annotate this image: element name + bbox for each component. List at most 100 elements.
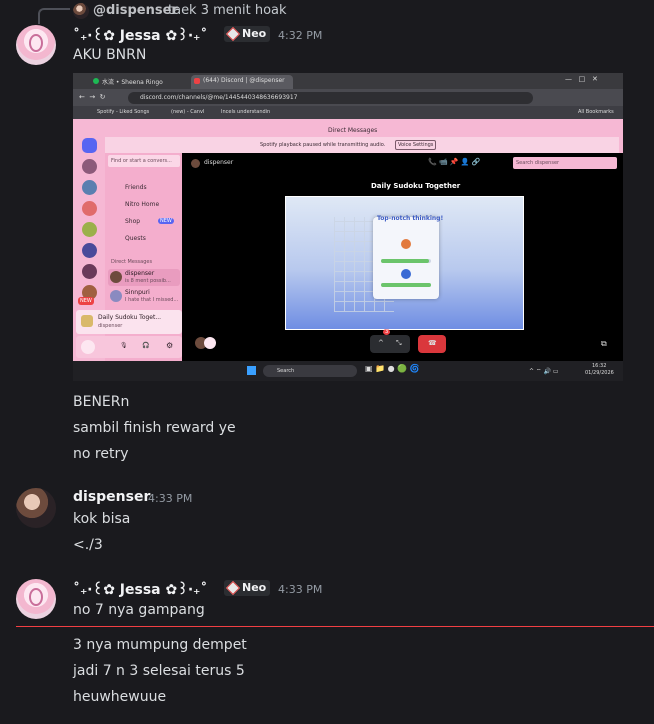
tray-icons[interactable]: ^ ⌔ 🔊 ▭ bbox=[529, 367, 559, 375]
participant-avatars[interactable] bbox=[195, 337, 217, 349]
dm-header-title: Direct Messages bbox=[328, 127, 378, 134]
home-button[interactable] bbox=[82, 138, 97, 153]
server-icon[interactable] bbox=[82, 201, 97, 216]
avatar bbox=[191, 159, 200, 168]
clock-date: 01/29/2026 bbox=[585, 370, 614, 376]
avatar[interactable] bbox=[81, 340, 95, 354]
message-text: sambil finish reward ye bbox=[73, 420, 236, 436]
message-text: no retry bbox=[73, 446, 129, 462]
reward-popup: Top-notch thinking! bbox=[373, 215, 443, 299]
message-text: BENERn bbox=[73, 394, 130, 410]
bookmark[interactable]: Spotify - Liked Songs bbox=[97, 109, 149, 115]
server-icon[interactable] bbox=[82, 159, 97, 174]
message-text: jadi 7 n 3 selesai terus 5 bbox=[73, 663, 245, 679]
username[interactable]: ˚₊‧꒰✿ Jessa ✿꒱‧₊˚ bbox=[73, 580, 207, 598]
message-text: <./3 bbox=[73, 537, 103, 553]
gear-icon[interactable]: ⚙ bbox=[166, 341, 173, 350]
server-icon[interactable] bbox=[82, 264, 97, 279]
avatar bbox=[204, 337, 216, 349]
avatar[interactable] bbox=[16, 25, 56, 65]
quests-nav[interactable]: Quests bbox=[125, 235, 146, 242]
message-text: AKU BNRN bbox=[73, 47, 147, 63]
nitro-nav[interactable]: Nitro Home bbox=[125, 201, 159, 208]
new-messages-divider bbox=[16, 626, 654, 627]
bookmark[interactable]: (new) - Canvl bbox=[171, 109, 204, 115]
role-tag[interactable]: Neo bbox=[224, 26, 271, 42]
avatar[interactable] bbox=[16, 488, 56, 528]
role-tag[interactable]: Neo bbox=[224, 580, 271, 596]
spotify-icon bbox=[93, 78, 99, 84]
tab-title: 水流 • Sheena Ringo bbox=[102, 79, 163, 86]
windows-icon[interactable] bbox=[247, 366, 256, 375]
chevron-up-icon: ^ bbox=[378, 339, 384, 347]
tag-label: Neo bbox=[242, 27, 267, 40]
tab-title: (644) Discord | @dispenser bbox=[203, 77, 285, 84]
timestamp: 4:33 PM bbox=[278, 583, 323, 596]
reply-text[interactable]: taek 3 menit hoak bbox=[168, 3, 287, 18]
activity-icon bbox=[81, 315, 93, 327]
game-title: Daily Sudoku Together bbox=[371, 182, 461, 190]
voice-settings-button[interactable]: Voice Settings bbox=[395, 140, 437, 150]
reply-avatar[interactable] bbox=[73, 3, 89, 19]
browser-tab[interactable]: 水流 • Sheena Ringo bbox=[91, 75, 186, 89]
user-panel: 🎙 🎧 ⚙ bbox=[76, 336, 182, 358]
end-call-button[interactable]: ☎ bbox=[418, 335, 446, 353]
bookmark[interactable]: Incels understandin bbox=[221, 109, 270, 115]
all-bookmarks[interactable]: All Bookmarks bbox=[578, 109, 614, 115]
channel-search[interactable]: Search dispenser bbox=[513, 157, 617, 169]
phone-hangup-icon: ☎ bbox=[428, 339, 437, 347]
username[interactable]: dispenser bbox=[73, 489, 150, 505]
minimize-icon: ⤡ bbox=[396, 339, 402, 347]
screen-share-button[interactable]: ^ ⤡ bbox=[370, 335, 410, 353]
channel-name: dispenser bbox=[204, 159, 234, 166]
tag-label: Neo bbox=[242, 581, 267, 594]
activity-card[interactable]: Daily Sudoku Toget... dispenser bbox=[76, 310, 182, 334]
timestamp: 4:32 PM bbox=[278, 29, 323, 42]
taskbar-search-label: Search bbox=[277, 368, 295, 374]
nav-arrows-icon[interactable]: ← → ↻ bbox=[79, 93, 106, 101]
dm-section-header: Direct Messages bbox=[111, 259, 153, 265]
popout-icon[interactable]: ⧉ bbox=[601, 339, 607, 349]
notice-text: Spotify playback paused while transmitti… bbox=[260, 142, 386, 148]
new-badge: NEW bbox=[78, 297, 94, 305]
message-text: heuwhewuue bbox=[73, 689, 167, 705]
dm-name: dispenser bbox=[125, 270, 155, 277]
dm-item[interactable]: Sinnpuri I hate that I missed... bbox=[108, 288, 180, 305]
trophy-icon bbox=[401, 239, 411, 249]
friends-nav[interactable]: Friends bbox=[125, 184, 147, 191]
server-icon[interactable] bbox=[82, 222, 97, 237]
neo-tag-icon bbox=[225, 580, 241, 596]
call-icons[interactable]: 📞 📹 📌 👤 🔗 bbox=[428, 158, 480, 166]
username[interactable]: ˚₊‧꒰✿ Jessa ✿꒱‧₊˚ bbox=[73, 26, 207, 44]
medal-icon bbox=[401, 269, 411, 279]
attachment-image[interactable]: 水流 • Sheena Ringo (644) Discord | @dispe… bbox=[73, 73, 623, 381]
url-bar[interactable]: discord.com/channels/@me/144544034863669… bbox=[128, 92, 533, 104]
avatar[interactable] bbox=[16, 579, 56, 619]
activity-title: Daily Sudoku Toget... bbox=[98, 314, 162, 321]
notice-bar: Spotify playback paused while transmitti… bbox=[105, 137, 619, 153]
taskbar-search[interactable]: Search bbox=[263, 365, 357, 377]
browser-tab-active[interactable]: (644) Discord | @dispenser bbox=[191, 75, 293, 89]
reply-spine bbox=[38, 8, 70, 24]
server-icon[interactable] bbox=[82, 243, 97, 258]
neo-tag-icon bbox=[225, 26, 241, 42]
window-controls[interactable]: — □ ✕ bbox=[565, 75, 598, 83]
activity-user: dispenser bbox=[98, 323, 123, 329]
dm-status: I hate that I missed... bbox=[125, 297, 179, 303]
game-frame[interactable]: Top-notch thinking! bbox=[285, 196, 524, 330]
reply-author[interactable]: @dispenser bbox=[93, 3, 178, 18]
headphones-icon[interactable]: 🎧 bbox=[142, 342, 149, 349]
shop-nav[interactable]: Shop bbox=[125, 218, 140, 225]
search-input[interactable]: Find or start a convers... bbox=[108, 155, 180, 167]
url-text: discord.com/channels/@me/144544034863669… bbox=[140, 94, 298, 101]
taskbar-apps[interactable]: ▣ 📁 ● 🟢 🌀 bbox=[365, 364, 420, 373]
mic-icon[interactable]: 🎙 bbox=[120, 342, 128, 349]
search-placeholder: Find or start a convers... bbox=[111, 158, 172, 164]
clock-time: 16:32 bbox=[592, 363, 607, 369]
message-text: kok bisa bbox=[73, 511, 131, 527]
toast-banner: Top-notch thinking! bbox=[373, 213, 443, 225]
discord-icon bbox=[194, 78, 200, 84]
dm-item-active[interactable]: dispenser is 8 ment possib... bbox=[108, 269, 180, 286]
server-icon[interactable] bbox=[82, 180, 97, 195]
dm-status: is 8 ment possib... bbox=[125, 278, 171, 284]
